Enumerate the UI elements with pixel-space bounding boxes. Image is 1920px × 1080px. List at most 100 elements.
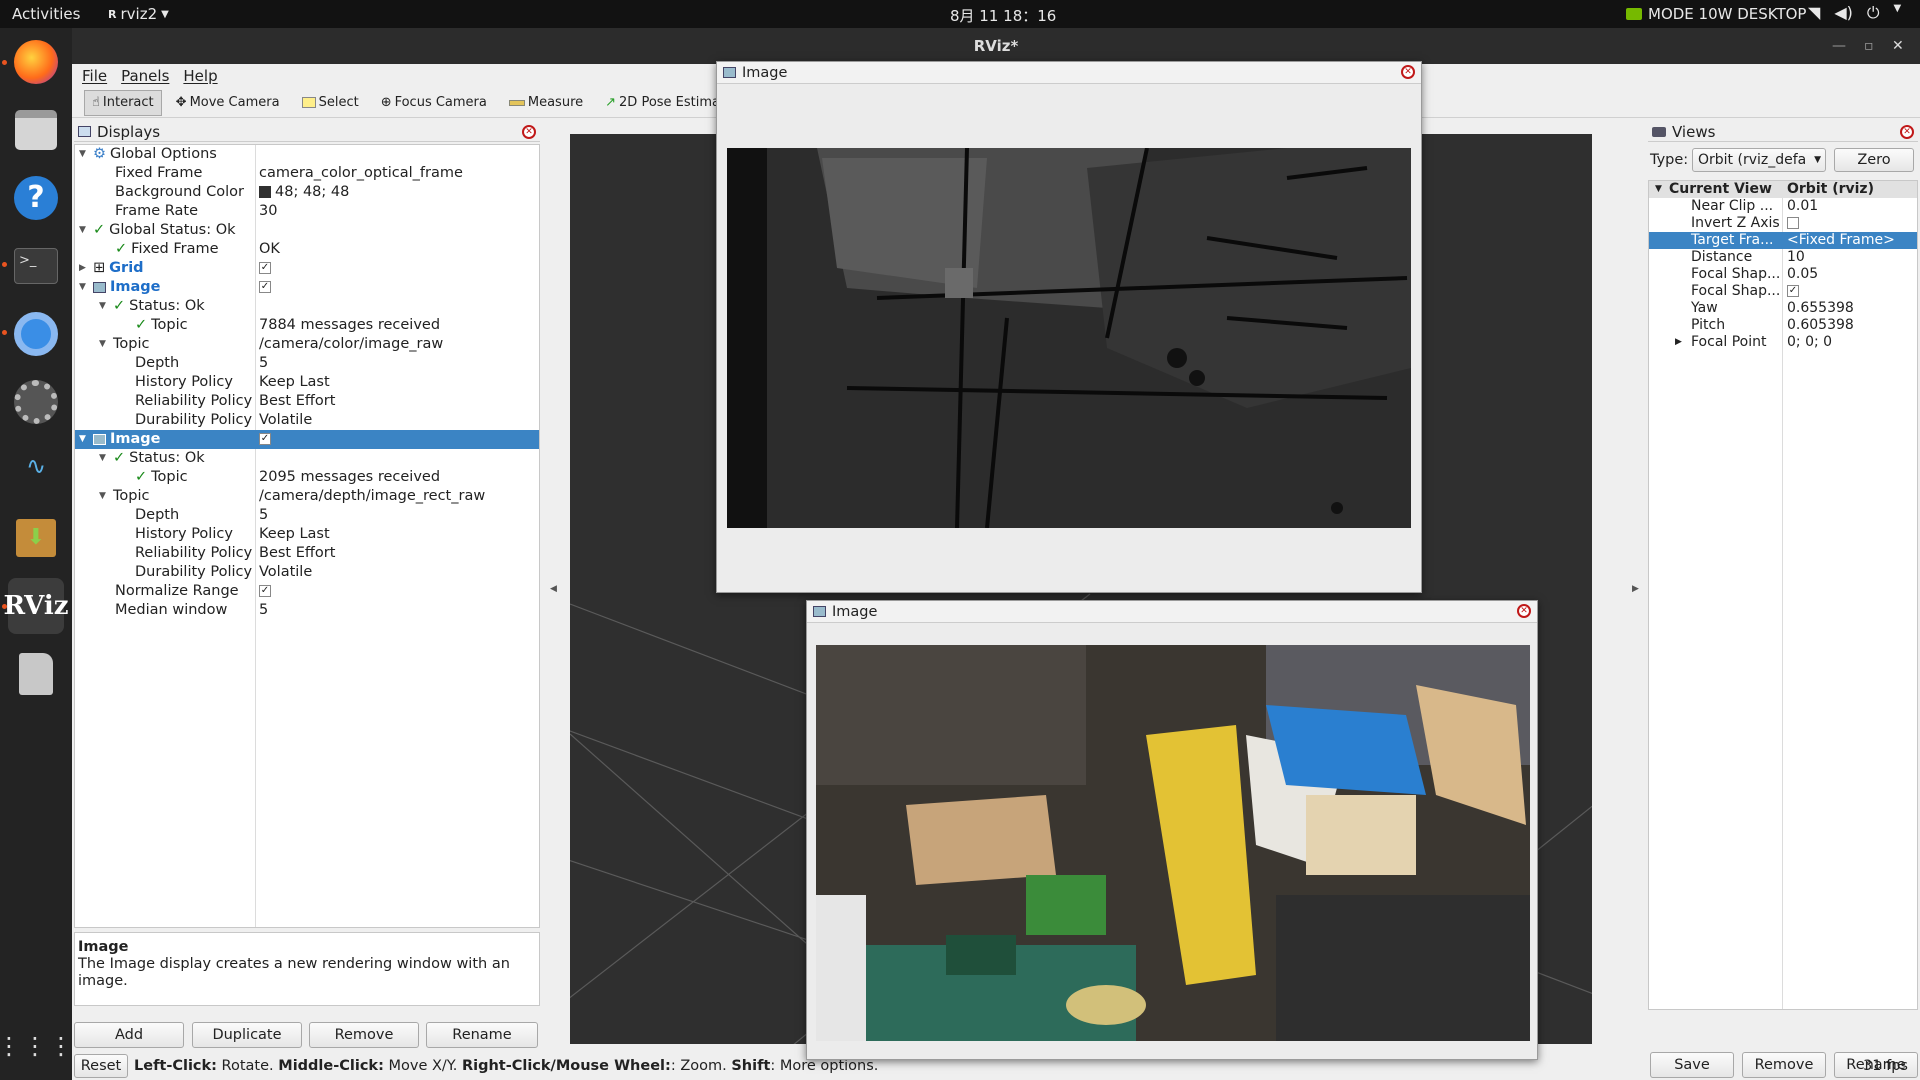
- chromium-icon[interactable]: [8, 306, 64, 362]
- wifi-icon[interactable]: ◥: [1808, 3, 1820, 23]
- tree-row-background-color[interactable]: Background Color 48; 48; 48: [75, 183, 539, 202]
- depth-image-window[interactable]: Image ✕: [716, 61, 1422, 593]
- grid-enabled-checkbox[interactable]: ✓: [259, 262, 271, 274]
- view-type-select[interactable]: Orbit (rviz_defa ▼: [1692, 148, 1826, 172]
- tree-row-durability-policy[interactable]: Durability Policy Volatile: [75, 411, 539, 430]
- tree-row-global-status[interactable]: ▼ ✓ Global Status: Ok: [75, 221, 539, 240]
- view-row-distance[interactable]: Distance 10: [1649, 249, 1917, 266]
- view-row-invert-z[interactable]: Invert Z Axis: [1649, 215, 1917, 232]
- row-value[interactable]: <Fixed Frame>: [1787, 232, 1895, 249]
- view-row-pitch[interactable]: Pitch 0.605398: [1649, 317, 1917, 334]
- row-value[interactable]: /camera/color/image_raw: [259, 335, 443, 354]
- view-row-target-frame[interactable]: Target Fra... <Fixed Frame>: [1649, 232, 1917, 249]
- row-value[interactable]: Keep Last: [259, 525, 330, 544]
- app-grid-icon[interactable]: ⋮⋮⋮: [0, 1018, 73, 1074]
- view-row-focal-shape-size[interactable]: Focal Shap... 0.05: [1649, 266, 1917, 283]
- close-color-window-button[interactable]: ✕: [1517, 604, 1531, 618]
- collapse-right-arrow-icon[interactable]: ▶: [1632, 584, 1639, 594]
- measure-tool[interactable]: Measure: [501, 90, 591, 116]
- row-value[interactable]: 5: [259, 601, 268, 620]
- power-icon[interactable]: ⏻: [1867, 3, 1880, 23]
- window-titlebar[interactable]: RViz* — ▫ ✕: [72, 28, 1920, 64]
- remove-display-button[interactable]: Remove: [309, 1022, 419, 1048]
- select-tool[interactable]: Select: [294, 90, 367, 116]
- interact-tool[interactable]: ☝ Interact: [84, 89, 162, 116]
- tree-row-frame-rate[interactable]: Frame Rate 30: [75, 202, 539, 221]
- row-value[interactable]: 0.05: [1787, 266, 1818, 283]
- zero-button[interactable]: Zero: [1834, 148, 1914, 172]
- displays-tree[interactable]: ▼ ⚙ Global Options Fixed Frame camera_color…: [74, 144, 540, 928]
- menu-panels[interactable]: Panels: [121, 67, 169, 85]
- close-displays-panel-button[interactable]: ✕: [522, 125, 536, 139]
- focus-camera-tool[interactable]: ⊕ Focus Camera: [373, 90, 495, 116]
- menu-file[interactable]: File: [82, 67, 107, 85]
- row-value[interactable]: Best Effort: [259, 544, 335, 563]
- settings-icon[interactable]: [8, 374, 64, 430]
- tree-row-history-policy[interactable]: History Policy Keep Last: [75, 373, 539, 392]
- tree-row-fixed-frame-status[interactable]: ✓ Fixed Frame OK: [75, 240, 539, 259]
- app-menu[interactable]: R rviz2 ▼: [108, 5, 169, 23]
- files-icon[interactable]: [8, 102, 64, 158]
- tree-row-status[interactable]: ▼ ✓ Status: Ok: [75, 297, 539, 316]
- row-value[interactable]: 0.01: [1787, 198, 1818, 215]
- firefox-icon[interactable]: [8, 34, 64, 90]
- tree-row-median-window[interactable]: Median window 5: [75, 601, 539, 620]
- minimize-button[interactable]: —: [1832, 28, 1846, 64]
- terminal-icon[interactable]: >_: [8, 238, 64, 294]
- maximize-button[interactable]: ▫: [1864, 28, 1874, 64]
- tree-row-depth[interactable]: Depth 5: [75, 354, 539, 373]
- activities-button[interactable]: Activities: [12, 5, 80, 23]
- focal-shape-checkbox[interactable]: ✓: [1787, 285, 1799, 297]
- close-depth-window-button[interactable]: ✕: [1401, 65, 1415, 79]
- close-window-button[interactable]: ✕: [1892, 28, 1904, 64]
- row-value[interactable]: Volatile: [259, 563, 312, 582]
- power-mode[interactable]: MODE 10W DESKTOP: [1626, 5, 1806, 23]
- reset-button[interactable]: Reset: [74, 1054, 128, 1078]
- system-tray[interactable]: ◥ ◀) ⏻ ▼: [1808, 3, 1901, 23]
- row-value[interactable]: /camera/depth/image_rect_raw: [259, 487, 485, 506]
- tree-row-topic[interactable]: ▼ Topic/camera/color/image_raw: [75, 335, 539, 354]
- row-value[interactable]: 30: [259, 202, 277, 221]
- row-value[interactable]: Volatile: [259, 411, 312, 430]
- tree-row-reliability-policy[interactable]: Reliability Policy Best Effort: [75, 392, 539, 411]
- clock[interactable]: 8月 11 18：16: [950, 5, 1056, 26]
- depth-window-header[interactable]: Image ✕: [717, 62, 1421, 84]
- expand-arrow-icon[interactable]: ▼: [99, 487, 109, 506]
- expand-arrow-icon[interactable]: ▼: [99, 297, 109, 316]
- row-value[interactable]: Keep Last: [259, 373, 330, 392]
- expand-arrow-icon[interactable]: ▼: [99, 335, 109, 354]
- expand-arrow-icon[interactable]: ▶: [79, 259, 89, 278]
- view-row-yaw[interactable]: Yaw 0.655398: [1649, 300, 1917, 317]
- tree-row-normalize-range[interactable]: Normalize Range ✓: [75, 582, 539, 601]
- views-tree[interactable]: ▼ Current View Orbit (rviz) Near Clip ... 0…: [1648, 180, 1918, 1010]
- expand-arrow-icon[interactable]: ▼: [79, 221, 89, 240]
- software-updater-icon[interactable]: ⬇: [8, 510, 64, 566]
- image-enabled-checkbox[interactable]: ✓: [259, 433, 271, 445]
- normalize-range-checkbox[interactable]: ✓: [259, 585, 271, 597]
- move-camera-tool[interactable]: ✥ Move Camera: [168, 90, 288, 116]
- expand-arrow-icon[interactable]: ▶: [1675, 334, 1682, 351]
- tree-row-status[interactable]: ▼ ✓ Status: Ok: [75, 449, 539, 468]
- expand-arrow-icon[interactable]: ▼: [79, 145, 89, 164]
- system-monitor-icon[interactable]: ∿: [8, 442, 64, 498]
- row-value[interactable]: Best Effort: [259, 392, 335, 411]
- row-value[interactable]: 0; 0; 0: [1787, 334, 1832, 351]
- tree-row-fixed-frame[interactable]: Fixed Frame camera_color_optical_frame: [75, 164, 539, 183]
- tree-row-topic-status[interactable]: ✓ Topic 2095 messages received: [75, 468, 539, 487]
- tree-row-global-options[interactable]: ▼ ⚙ Global Options: [75, 145, 539, 164]
- row-value[interactable]: 0.605398: [1787, 317, 1854, 334]
- current-view-row[interactable]: ▼ Current View Orbit (rviz): [1649, 181, 1917, 198]
- menu-help[interactable]: Help: [183, 67, 217, 85]
- row-value[interactable]: 5: [259, 506, 268, 525]
- collapse-left-arrow-icon[interactable]: ◀: [550, 584, 557, 594]
- expand-arrow-icon[interactable]: ▼: [79, 430, 89, 449]
- add-display-button[interactable]: Add: [74, 1022, 184, 1048]
- color-window-header[interactable]: Image ✕: [807, 601, 1537, 623]
- row-value[interactable]: 48; 48; 48: [259, 183, 349, 202]
- sd-card-icon[interactable]: [8, 646, 64, 702]
- image-enabled-checkbox[interactable]: ✓: [259, 281, 271, 293]
- view-row-focal-point[interactable]: ▶ Focal Point 0; 0; 0: [1649, 334, 1917, 351]
- tree-row-image-depth[interactable]: ▼ Image ✓: [75, 430, 539, 449]
- expand-arrow-icon[interactable]: ▼: [79, 278, 89, 297]
- tree-row-history-policy[interactable]: History Policy Keep Last: [75, 525, 539, 544]
